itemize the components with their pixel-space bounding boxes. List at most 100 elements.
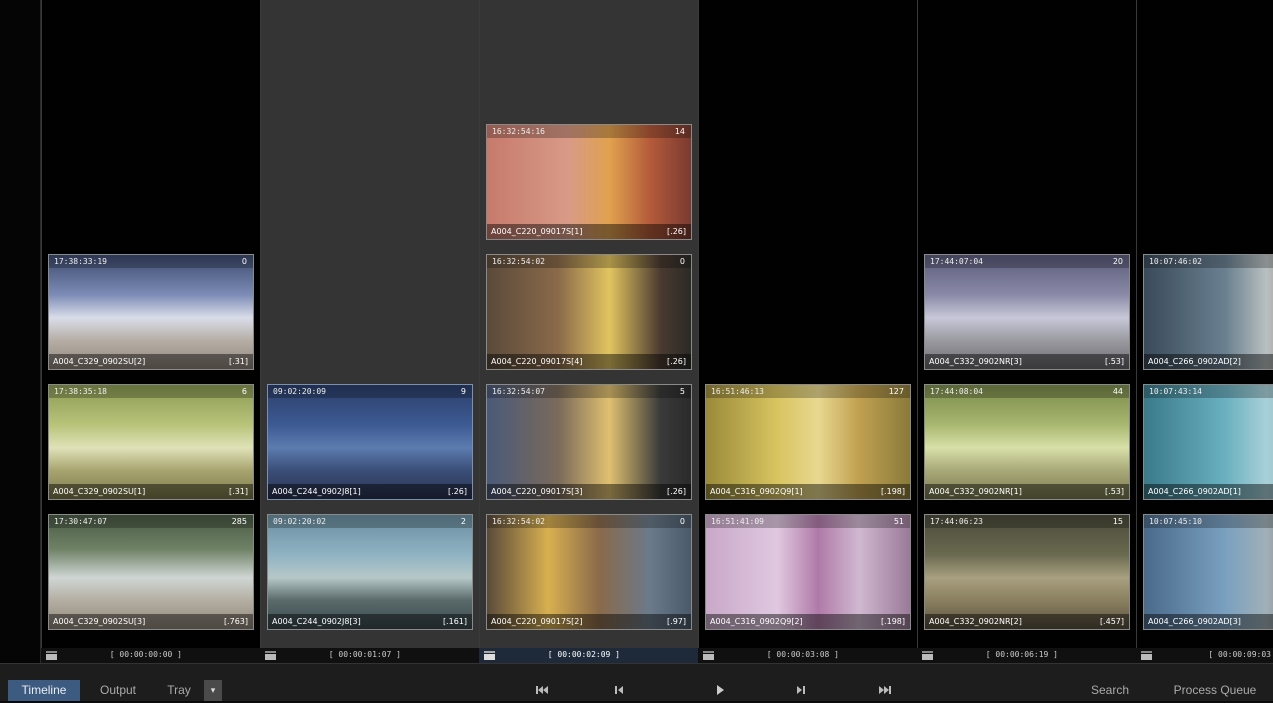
clip-tile[interactable]: 16:32:54:07 5 A004_C220_09017S[3] [.26]	[486, 384, 692, 500]
clip-duration: [.26]	[667, 357, 686, 366]
clip-duration: [.53]	[1105, 487, 1124, 496]
woman-hat-thumbnail	[706, 385, 910, 499]
bottom-toolbar: Timeline Output Tray ▾ Search Process Qu…	[0, 663, 1273, 701]
shot-column-5: 17:44:07:04 20 A004_C332_0902NR[3] [.53]…	[917, 0, 1136, 663]
clip-tile[interactable]: 10:07:45:10 A004_C266_0902AD[3]	[1143, 514, 1273, 630]
shot-timecode: [ 00:00:02:09 ]	[547, 650, 620, 659]
timecode-label: 17:30:47:07	[54, 517, 107, 526]
clip-name: A004_C329_0902SU[3]	[53, 617, 146, 626]
clip-name: A004_C329_0902SU[2]	[53, 357, 146, 366]
clip-tile[interactable]: 16:51:46:13 127 A004_C316_0902Q9[1] [.19…	[705, 384, 911, 500]
shot-column-4: 16:51:46:13 127 A004_C316_0902Q9[1] [.19…	[698, 0, 917, 663]
clapperboard-icon	[46, 651, 57, 660]
man-closeup-thumbnail	[1144, 515, 1273, 629]
column-footer-active[interactable]: [ 00:00:02:09 ]	[479, 648, 698, 663]
shot-timecode: [ 00:00:01:07 ]	[328, 650, 401, 659]
beach-woman-thumbnail	[49, 255, 253, 369]
search-button[interactable]: Search	[1080, 680, 1140, 701]
man-portrait-thumbnail	[487, 385, 691, 499]
timecode-label: 17:44:08:04	[930, 387, 983, 396]
frame-count: 9	[460, 387, 466, 396]
skip-to-start-icon[interactable]	[533, 681, 551, 699]
clip-duration: [.26]	[667, 487, 686, 496]
clip-tile[interactable]: 16:32:54:02 0 A004_C220_09017S[4] [.26]	[486, 254, 692, 370]
shot-timecode: [ 00:00:06:19 ]	[985, 650, 1058, 659]
clapperboard-icon	[922, 651, 933, 660]
clip-tile[interactable]: 16:32:54:02 0 A004_C220_09017S[2] [.97]	[486, 514, 692, 630]
column-footer[interactable]: [ 00:00:03:08 ]	[698, 648, 917, 663]
clip-name: A004_C332_0902NR[3]	[929, 357, 1022, 366]
process-queue-button[interactable]: Process Queue	[1162, 680, 1268, 701]
frame-count: 127	[888, 387, 904, 396]
clip-name: A004_C266_0902AD[1]	[1148, 487, 1241, 496]
shot-column-3: 16:32:54:16 14 A004_C220_09017S[1] [.26]…	[479, 0, 698, 663]
clip-tile[interactable]: 17:44:07:04 20 A004_C332_0902NR[3] [.53]	[924, 254, 1130, 370]
timecode-label: 16:32:54:02	[492, 517, 545, 526]
play-icon[interactable]	[711, 681, 729, 699]
tab-output[interactable]: Output	[88, 680, 148, 701]
timecode-label: 17:38:33:19	[54, 257, 107, 266]
man-portrait-thumbnail	[487, 255, 691, 369]
clip-duration: [.457]	[1099, 617, 1124, 626]
clip-tile[interactable]: 09:02:20:09 9 A004_C244_0902J8[1] [.26]	[267, 384, 473, 500]
frame-count: 15	[1112, 517, 1123, 526]
clip-name: A004_C316_0902Q9[1]	[710, 487, 803, 496]
frame-count: 285	[231, 517, 247, 526]
timecode-label: 10:07:46:02	[1149, 257, 1202, 266]
clip-duration: [.161]	[442, 617, 467, 626]
skip-to-end-icon[interactable]	[876, 681, 894, 699]
frame-count: 0	[241, 257, 247, 266]
clip-name: A004_C244_0902J8[1]	[272, 487, 361, 496]
column-footer[interactable]: [ 00:00:01:07 ]	[260, 648, 479, 663]
clip-tile[interactable]: 16:51:41:09 51 A004_C316_0902Q9[2] [.198…	[705, 514, 911, 630]
clip-tile[interactable]: 17:38:35:18 6 A004_C329_0902SU[1] [.31]	[48, 384, 254, 500]
clip-name: A004_C266_0902AD[2]	[1148, 357, 1241, 366]
column-footer[interactable]: [ 00:00:00:00 ]	[41, 648, 260, 663]
tray-dropdown-button[interactable]: ▾	[204, 680, 222, 701]
clip-duration: [.26]	[667, 227, 686, 236]
column-footer[interactable]: [ 00:00:06:19 ]	[917, 648, 1136, 663]
frame-count: 14	[674, 127, 685, 136]
man-portrait-thumbnail	[487, 125, 691, 239]
clip-tile[interactable]: 17:38:33:19 0 A004_C329_0902SU[2] [.31]	[48, 254, 254, 370]
man-portrait-thumbnail	[487, 515, 691, 629]
clip-tile[interactable]: 17:44:06:23 15 A004_C332_0902NR[2] [.457…	[924, 514, 1130, 630]
shot-timecode: [ 00:00:09:03	[1208, 650, 1271, 659]
shot-column-6: 10:07:46:02 A004_C266_0902AD[2] 10:07:43…	[1136, 0, 1273, 663]
timecode-label: 17:44:06:23	[930, 517, 983, 526]
clip-name: A004_C332_0902NR[2]	[929, 617, 1022, 626]
clip-tile[interactable]: 10:07:43:14 A004_C266_0902AD[1]	[1143, 384, 1273, 500]
boat-push-thumbnail	[268, 385, 472, 499]
clip-tile[interactable]: 10:07:46:02 A004_C266_0902AD[2]	[1143, 254, 1273, 370]
timecode-label: 10:07:43:14	[1149, 387, 1202, 396]
group-thumbnail	[706, 515, 910, 629]
frame-count: 51	[893, 517, 904, 526]
frame-count: 20	[1112, 257, 1123, 266]
timecode-label: 16:32:54:07	[492, 387, 545, 396]
man-closeup-thumbnail	[1144, 385, 1273, 499]
clip-tile[interactable]: 17:30:47:07 285 A004_C329_0902SU[3] [.76…	[48, 514, 254, 630]
clip-name: A004_C329_0902SU[1]	[53, 487, 146, 496]
clip-duration: [.53]	[1105, 357, 1124, 366]
clip-duration: [.31]	[229, 487, 248, 496]
couple-running-thumbnail	[925, 515, 1129, 629]
clip-duration: [.97]	[667, 617, 686, 626]
tab-tray[interactable]: Tray	[156, 680, 202, 701]
tab-timeline[interactable]: Timeline	[8, 680, 80, 701]
step-back-icon[interactable]	[610, 681, 628, 699]
clapperboard-icon	[484, 651, 495, 660]
frame-count: 5	[679, 387, 685, 396]
column-footer[interactable]: [ 00:00:09:03	[1136, 648, 1273, 663]
clip-tile[interactable]: 17:44:08:04 44 A004_C332_0902NR[1] [.53]	[924, 384, 1130, 500]
shot-timecode: [ 00:00:00:00 ]	[109, 650, 182, 659]
clip-tile[interactable]: 16:32:54:16 14 A004_C220_09017S[1] [.26]	[486, 124, 692, 240]
clip-tile[interactable]: 09:02:20:02 2 A004_C244_0902J8[3] [.161]	[267, 514, 473, 630]
step-forward-icon[interactable]	[792, 681, 810, 699]
boat-push-thumbnail	[268, 515, 472, 629]
timecode-label: 09:02:20:09	[273, 387, 326, 396]
clip-name: A004_C220_09017S[1]	[491, 227, 583, 236]
shot-timecode: [ 00:00:03:08 ]	[766, 650, 839, 659]
left-margin	[0, 0, 41, 663]
frame-count: 6	[241, 387, 247, 396]
clip-name: A004_C220_09017S[4]	[491, 357, 583, 366]
